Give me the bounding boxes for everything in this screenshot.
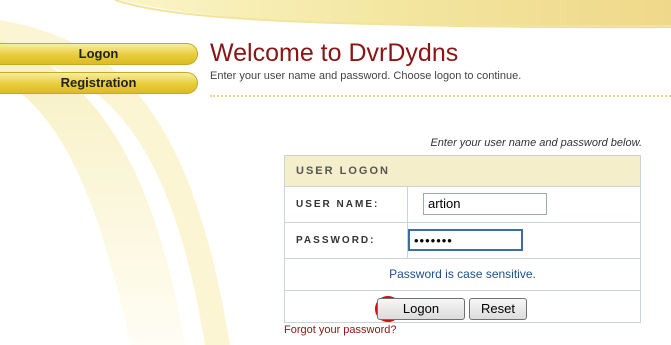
column-divider xyxy=(407,187,408,222)
case-sensitive-note: Password is case sensitive. xyxy=(285,259,640,291)
button-row: 1 Logon Reset xyxy=(285,291,640,327)
page-subtitle: Enter your user name and password. Choos… xyxy=(210,70,522,82)
form-hint: Enter your user name and password below. xyxy=(430,137,642,149)
sidebar-item-registration[interactable]: Registration xyxy=(0,72,198,94)
password-input[interactable]: ••••••• xyxy=(408,229,523,251)
reset-button[interactable]: Reset xyxy=(469,298,527,320)
username-input[interactable]: artion xyxy=(423,193,547,215)
sidebar-item-logon[interactable]: Logon xyxy=(0,43,198,65)
logon-panel: USER LOGON USER NAME: artion PASSWORD: •… xyxy=(284,155,641,323)
logon-button[interactable]: Logon xyxy=(377,298,465,320)
page-title: Welcome to DvrDydns xyxy=(210,39,459,67)
password-row: PASSWORD: ••••••• xyxy=(285,223,640,259)
dotted-divider xyxy=(210,95,671,97)
forgot-password-link[interactable]: Forgot your password? xyxy=(284,324,397,336)
password-label: PASSWORD: xyxy=(296,235,376,246)
logon-panel-heading: USER LOGON xyxy=(285,156,640,187)
username-row: USER NAME: artion xyxy=(285,187,640,223)
username-label: USER NAME: xyxy=(296,199,380,210)
